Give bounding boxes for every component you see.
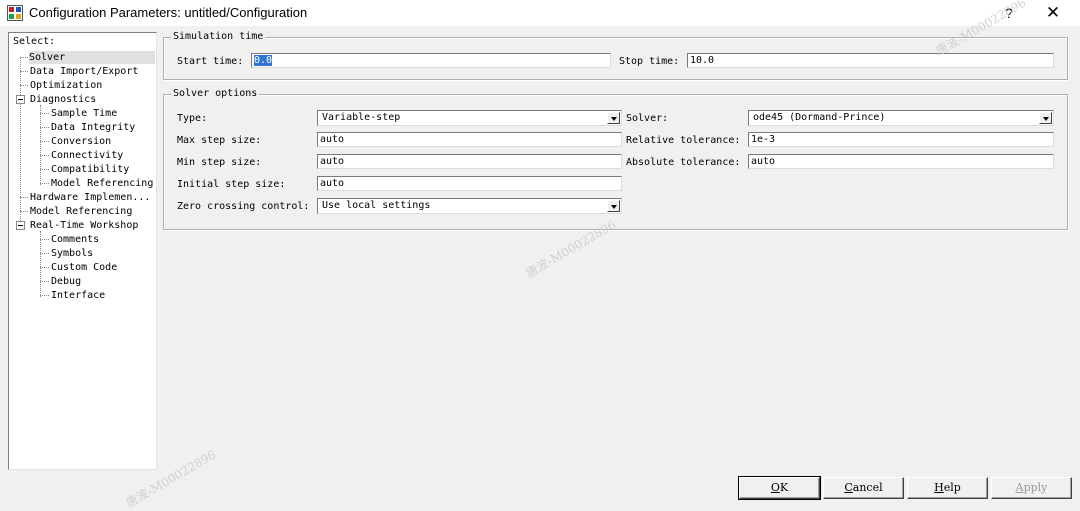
stop-time-label: Stop time:	[619, 56, 680, 67]
tree-item-hardware-implementation[interactable]: Hardware Implemen...	[30, 191, 150, 204]
ok-mnemonic: O	[770, 481, 780, 494]
collapse-diagnostics-icon[interactable]	[16, 95, 25, 104]
tree-item-diagnostics[interactable]: Diagnostics	[30, 93, 96, 106]
tree-connector	[40, 295, 49, 296]
tree-item-data-import-export[interactable]: Data Import/Export	[30, 65, 138, 78]
close-icon[interactable]: ✕	[1040, 2, 1066, 24]
tree-connector	[40, 141, 49, 142]
tree-connector	[40, 105, 41, 185]
start-time-value: 0.0	[254, 55, 273, 66]
type-label: Type:	[177, 113, 208, 124]
apply-rest: pply	[1023, 481, 1048, 494]
help-rest: elp	[943, 481, 961, 494]
tree-item-model-referencing[interactable]: Model Referencing	[30, 205, 132, 218]
help-mnemonic: H	[934, 481, 944, 494]
max-step-size-label: Max step size:	[177, 135, 262, 146]
start-time-input[interactable]: 0.0	[251, 53, 611, 68]
tree-connector	[40, 113, 49, 114]
start-time-label: Start time:	[177, 56, 244, 67]
tree-connector	[40, 281, 49, 282]
settings-tree[interactable]: Select: Solver Data Import/Export Optimi…	[8, 32, 157, 470]
tree-connector	[20, 71, 28, 72]
tree-item-comments[interactable]: Comments	[51, 233, 99, 246]
cancel-mnemonic: C	[844, 481, 853, 494]
chevron-down-icon[interactable]	[1039, 112, 1052, 124]
absolute-tolerance-input[interactable]: auto	[748, 154, 1054, 169]
apply-button[interactable]: Apply	[991, 477, 1072, 499]
cancel-button[interactable]: Cancel	[823, 477, 904, 499]
simulink-app-icon	[7, 5, 23, 21]
chevron-down-icon[interactable]	[607, 200, 620, 212]
zero-crossing-control-select[interactable]: Use local settings	[317, 198, 622, 214]
ok-rest: K	[779, 481, 789, 494]
absolute-tolerance-label: Absolute tolerance:	[626, 157, 741, 168]
solver-select-value: ode45 (Dormand-Prince)	[753, 112, 886, 123]
tree-item-real-time-workshop[interactable]: Real-Time Workshop	[30, 219, 138, 232]
zero-crossing-control-label: Zero crossing control:	[177, 201, 310, 212]
simulation-time-label: Simulation time	[171, 31, 266, 43]
window-title: Configuration Parameters: untitled/Confi…	[29, 5, 308, 20]
ok-button[interactable]: OK	[738, 476, 821, 500]
tree-connector	[40, 239, 49, 240]
tree-item-compatibility[interactable]: Compatibility	[51, 163, 129, 176]
tree-connector	[40, 253, 49, 254]
chevron-down-icon[interactable]	[607, 112, 620, 124]
collapse-real-time-workshop-icon[interactable]	[16, 221, 25, 230]
tree-connector	[40, 183, 49, 184]
solver-options-label: Solver options	[171, 88, 260, 100]
tree-item-debug[interactable]: Debug	[51, 275, 81, 288]
max-step-size-input[interactable]: auto	[317, 132, 622, 147]
tree-item-conversion[interactable]: Conversion	[51, 135, 111, 148]
tree-item-custom-code[interactable]: Custom Code	[51, 261, 117, 274]
help-button[interactable]: Help	[907, 477, 988, 499]
type-select-value: Variable-step	[322, 112, 401, 123]
relative-tolerance-input[interactable]: 1e-3	[748, 132, 1054, 147]
tree-item-interface[interactable]: Interface	[51, 289, 105, 302]
type-select[interactable]: Variable-step	[317, 110, 622, 126]
zero-crossing-value: Use local settings	[322, 200, 431, 211]
tree-item-data-integrity[interactable]: Data Integrity	[51, 121, 135, 134]
tree-connector	[20, 85, 28, 86]
stop-time-input[interactable]: 10.0	[687, 53, 1054, 68]
solver-select[interactable]: ode45 (Dormand-Prince)	[748, 110, 1054, 126]
tree-item-diag-model-referencing[interactable]: Model Referencing	[51, 177, 153, 190]
cancel-rest: ancel	[852, 481, 883, 494]
apply-mnemonic: A	[1015, 481, 1024, 494]
initial-step-size-label: Initial step size:	[177, 179, 286, 190]
tree-connector	[40, 127, 49, 128]
tree-header: Select:	[13, 36, 56, 47]
tree-item-optimization[interactable]: Optimization	[30, 79, 102, 92]
min-step-size-input[interactable]: auto	[317, 154, 622, 169]
solver-label: Solver:	[626, 113, 669, 124]
tree-connector	[40, 155, 49, 156]
tree-item-sample-time[interactable]: Sample Time	[51, 107, 117, 120]
tree-connector	[20, 197, 28, 198]
min-step-size-label: Min step size:	[177, 157, 262, 168]
tree-item-connectivity[interactable]: Connectivity	[51, 149, 123, 162]
tree-connector	[40, 267, 49, 268]
tree-item-solver[interactable]: Solver	[29, 51, 155, 64]
tree-connector	[40, 231, 41, 297]
tree-connector	[40, 169, 49, 170]
initial-step-size-input[interactable]: auto	[317, 176, 622, 191]
tree-connector	[20, 211, 28, 212]
tree-connector	[20, 57, 21, 227]
tree-connector	[20, 57, 28, 58]
tree-item-symbols[interactable]: Symbols	[51, 247, 93, 260]
relative-tolerance-label: Relative tolerance:	[626, 135, 741, 146]
